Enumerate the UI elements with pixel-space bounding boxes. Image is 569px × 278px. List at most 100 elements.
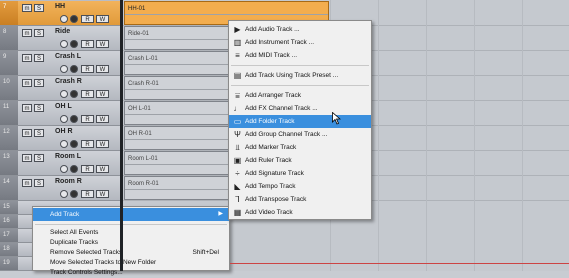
read-automation-button[interactable]: R xyxy=(81,140,94,148)
context-menu-item[interactable]: Duplicate Tracks xyxy=(33,238,229,248)
record-enable-icon[interactable] xyxy=(70,90,78,98)
mute-button[interactable]: m xyxy=(22,154,32,162)
solo-button[interactable]: S xyxy=(34,179,44,187)
write-automation-button[interactable]: W xyxy=(96,190,109,198)
solo-button[interactable]: S xyxy=(34,129,44,137)
event-name: OH R-01 xyxy=(128,131,152,137)
event-waveform xyxy=(125,189,241,190)
read-automation-button[interactable]: R xyxy=(81,165,94,173)
menu-item-track-preset[interactable]: ▤ Add Track Using Track Preset ... xyxy=(229,69,371,82)
read-automation-button[interactable]: R xyxy=(81,115,94,123)
solo-button[interactable]: S xyxy=(34,79,44,87)
monitor-icon[interactable] xyxy=(60,15,68,23)
mute-button[interactable]: m xyxy=(22,29,32,37)
menu-item-instrument-track[interactable]: ▥ Add Instrument Track ... xyxy=(229,36,371,49)
menu-item-video-track[interactable]: ▦ Add Video Track xyxy=(229,206,371,219)
read-automation-button[interactable]: R xyxy=(81,40,94,48)
read-automation-button[interactable]: R xyxy=(81,65,94,73)
solo-button[interactable]: S xyxy=(34,54,44,62)
menu-item-audio-track[interactable]: ▶ Add Audio Track ... xyxy=(229,23,371,36)
track-header[interactable]: 13 m S Room L RW xyxy=(0,151,120,176)
signature-track-icon: ÷ xyxy=(235,169,240,178)
menu-item-marker-track[interactable]: ⫫ Add Marker Track xyxy=(229,141,371,154)
menu-item-label: Add Track Using Track Preset ... xyxy=(245,72,339,79)
menu-item-group-channel[interactable]: Ψ Add Group Channel Track ... xyxy=(229,128,371,141)
read-automation-button[interactable]: R xyxy=(81,90,94,98)
write-automation-button[interactable]: W xyxy=(96,15,109,23)
monitor-icon[interactable] xyxy=(60,65,68,73)
menu-item-ruler-track[interactable]: ▣ Add Ruler Track xyxy=(229,154,371,167)
track-number: 17 xyxy=(0,229,18,242)
write-automation-button[interactable]: W xyxy=(96,65,109,73)
audio-event[interactable]: Ride-01 xyxy=(124,26,242,50)
write-automation-button[interactable]: W xyxy=(96,140,109,148)
solo-button[interactable]: S xyxy=(34,29,44,37)
context-menu-item[interactable]: Move Selected Tracks to New Folder xyxy=(33,258,229,268)
track-header[interactable]: 14 m S Room R RW xyxy=(0,176,120,201)
record-enable-icon[interactable] xyxy=(70,165,78,173)
mute-button[interactable]: m xyxy=(22,4,32,12)
menu-item-transpose-track[interactable]: ⅂ Add Transpose Track xyxy=(229,193,371,206)
mute-button[interactable]: m xyxy=(22,104,32,112)
track-number: 8 xyxy=(0,26,18,50)
monitor-icon[interactable] xyxy=(60,165,68,173)
audio-event[interactable]: OH L-01 xyxy=(124,101,242,125)
context-menu-item[interactable]: Track Controls Settings... xyxy=(33,268,229,278)
record-enable-icon[interactable] xyxy=(70,40,78,48)
menu-item-signature-track[interactable]: ÷ Add Signature Track xyxy=(229,167,371,180)
write-automation-button[interactable]: W xyxy=(96,115,109,123)
track-header[interactable]: 12 m S OH R RW xyxy=(0,126,120,151)
grid-line xyxy=(378,0,379,271)
group-channel-icon: Ψ xyxy=(234,130,241,139)
grid-line xyxy=(522,0,523,271)
monitor-icon[interactable] xyxy=(60,190,68,198)
read-automation-button[interactable]: R xyxy=(81,190,94,198)
audio-event[interactable]: Crash L-01 xyxy=(124,51,242,75)
mute-button[interactable]: m xyxy=(22,79,32,87)
audio-event[interactable]: Room L-01 xyxy=(124,151,242,175)
solo-button[interactable]: S xyxy=(34,4,44,12)
record-enable-icon[interactable] xyxy=(70,115,78,123)
event-name: OH L-01 xyxy=(128,106,151,112)
write-automation-button[interactable]: W xyxy=(96,165,109,173)
record-enable-icon[interactable] xyxy=(70,65,78,73)
event-waveform xyxy=(125,64,241,65)
monitor-icon[interactable] xyxy=(60,140,68,148)
track-header[interactable]: 10 m S Crash R RW xyxy=(0,76,120,101)
menu-item-label: Add Instrument Track ... xyxy=(245,39,314,46)
add-track-menu-item[interactable]: Add Track ▶ xyxy=(33,208,229,221)
track-header[interactable]: 11 m S OH L RW xyxy=(0,101,120,126)
monitor-icon[interactable] xyxy=(60,115,68,123)
monitor-icon[interactable] xyxy=(60,40,68,48)
menu-item-tempo-track[interactable]: ◣ Add Tempo Track xyxy=(229,180,371,193)
event-waveform xyxy=(125,139,241,140)
audio-event[interactable]: Crash R-01 xyxy=(124,76,242,100)
solo-button[interactable]: S xyxy=(34,154,44,162)
instrument-track-icon: ▥ xyxy=(233,38,242,47)
track-header[interactable]: 7 m S HH R W xyxy=(0,1,120,26)
track-header[interactable]: 9 m S Crash L RW xyxy=(0,51,120,76)
menu-item-midi-track[interactable]: ≡ Add MIDI Track ... xyxy=(229,49,371,62)
record-enable-icon[interactable] xyxy=(70,140,78,148)
solo-button[interactable]: S xyxy=(34,104,44,112)
track-number: 15 xyxy=(0,201,18,214)
write-automation-button[interactable]: W xyxy=(96,40,109,48)
track-name: Crash L xyxy=(55,53,82,60)
read-automation-button[interactable]: R xyxy=(81,15,94,23)
context-menu-item[interactable]: Select All Events xyxy=(33,228,229,238)
record-enable-icon[interactable] xyxy=(70,190,78,198)
track-header[interactable]: 8 m S Ride R W xyxy=(0,26,120,51)
write-automation-button[interactable]: W xyxy=(96,90,109,98)
mute-button[interactable]: m xyxy=(22,179,32,187)
audio-event[interactable]: Room R-01 xyxy=(124,176,242,200)
video-track-icon: ▦ xyxy=(233,208,242,217)
audio-event[interactable]: OH R-01 xyxy=(124,126,242,150)
menu-item-folder-track[interactable]: ▭ Add Folder Track xyxy=(229,115,371,128)
mute-button[interactable]: m xyxy=(22,54,32,62)
menu-item-arranger-track[interactable]: ⩸ Add Arranger Track xyxy=(229,89,371,102)
mute-button[interactable]: m xyxy=(22,129,32,137)
menu-item-fx-channel[interactable]: ♩ Add FX Channel Track ... xyxy=(229,102,371,115)
monitor-icon[interactable] xyxy=(60,90,68,98)
context-menu-item[interactable]: Remove Selected Tracks Shift+Del xyxy=(33,248,229,258)
record-enable-icon[interactable] xyxy=(70,15,78,23)
